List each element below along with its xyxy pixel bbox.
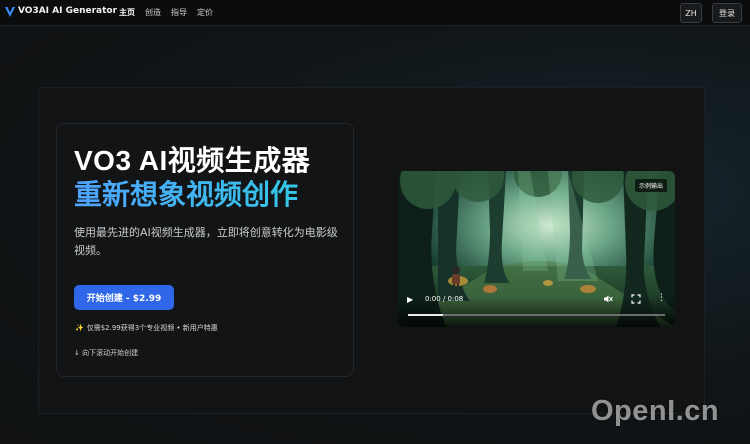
fullscreen-icon[interactable]: [631, 294, 641, 306]
nav-item-home[interactable]: 主页: [119, 7, 135, 18]
login-button[interactable]: 登录: [712, 3, 742, 23]
v-logo-icon: [5, 7, 15, 17]
nav-item-pricing[interactable]: 定价: [197, 7, 213, 18]
video-time: 0:00 / 0:08: [425, 295, 464, 303]
hero-subtitle: 重新想象视频创作: [74, 173, 298, 213]
promo-text: ✨ 仅需$2.99获得3个专业视频 • 新用户特惠: [75, 323, 218, 333]
scroll-hint: ↓ 向下滚动开始创建: [74, 349, 139, 357]
nav-item-create[interactable]: 创造: [145, 7, 161, 18]
main-nav: 主页 创造 指导 定价: [119, 7, 213, 18]
more-icon[interactable]: ⋮: [657, 293, 666, 303]
sparkle-icon: ✨: [75, 324, 84, 332]
start-create-button[interactable]: 开始创建 - $2.99: [74, 285, 174, 310]
sample-output-badge: 示例输出: [634, 179, 667, 192]
language-button[interactable]: ZH: [680, 3, 702, 23]
brand-name[interactable]: VO3AI AI Generator: [18, 6, 117, 16]
play-icon[interactable]: ▶: [407, 295, 413, 304]
hero-description: 使用最先进的AI视频生成器，立即将创意转化为电影级视频。: [74, 226, 338, 257]
video-progress-fill: [408, 314, 443, 316]
mute-icon[interactable]: [603, 294, 613, 306]
video-progress-bar[interactable]: [408, 314, 665, 316]
sample-video-player[interactable]: 示例输出 ▶ 0:00 / 0:08 ⋮: [398, 171, 675, 327]
watermark-logo: OpenI.cn: [591, 395, 720, 427]
top-navigation-bar: VO3AI AI Generator 主页 创造 指导 定价 ZH 登录: [0, 0, 750, 26]
promo-label: 仅需$2.99获得3个专业视频 • 新用户特惠: [86, 324, 218, 332]
nav-item-guide[interactable]: 指导: [171, 7, 187, 18]
